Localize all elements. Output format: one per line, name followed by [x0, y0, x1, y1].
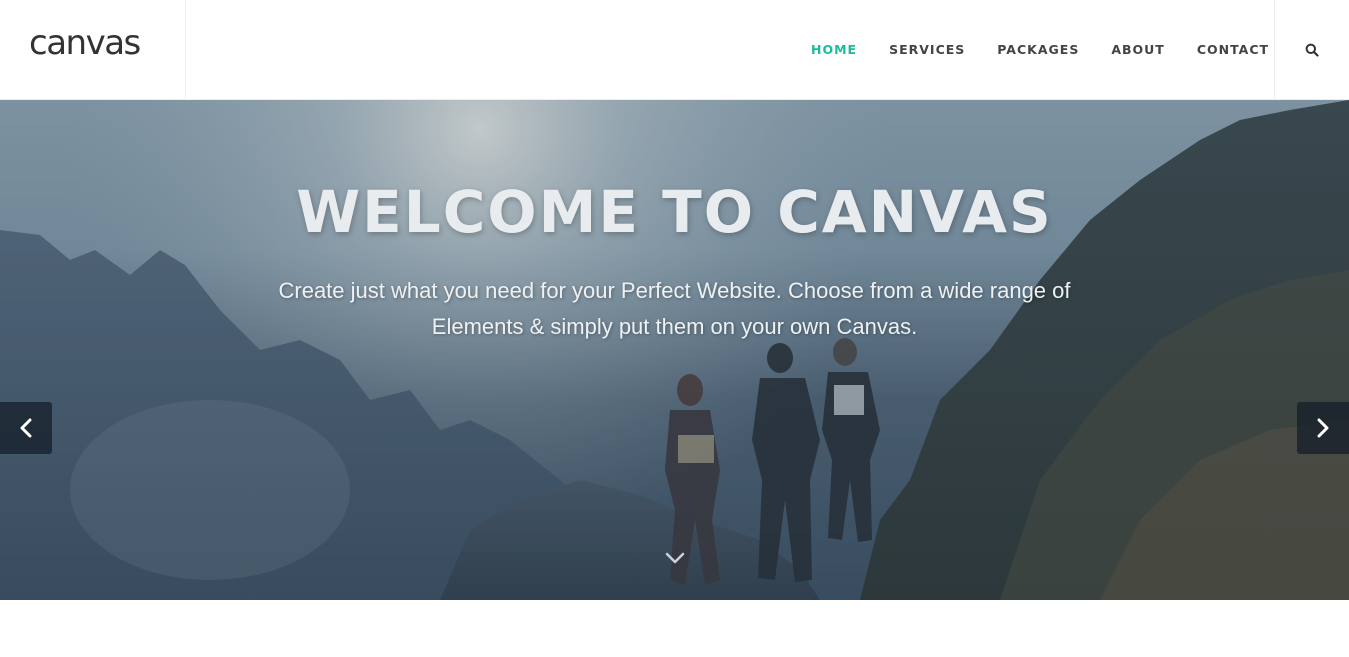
- slider-next-button[interactable]: [1297, 402, 1349, 454]
- search-button[interactable]: [1274, 0, 1349, 99]
- nav-item-about[interactable]: ABOUT: [1095, 42, 1181, 57]
- search-icon: [1305, 43, 1319, 57]
- chevron-down-icon: [665, 552, 685, 564]
- nav-item-services[interactable]: SERVICES: [873, 42, 981, 57]
- logo[interactable]: canvas: [29, 26, 141, 60]
- site-header: canvas HOME SERVICES PACKAGES ABOUT CONT…: [0, 0, 1349, 100]
- slider-prev-button[interactable]: [0, 402, 52, 454]
- logo-container[interactable]: canvas: [0, 0, 186, 99]
- nav-item-packages[interactable]: PACKAGES: [981, 42, 1095, 57]
- nav-item-contact[interactable]: CONTACT: [1181, 42, 1285, 57]
- hero-slider: WELCOME TO CANVAS Create just what you n…: [0, 100, 1349, 600]
- chevron-left-icon: [20, 418, 32, 438]
- chevron-right-icon: [1317, 418, 1329, 438]
- primary-nav: HOME SERVICES PACKAGES ABOUT CONTACT: [795, 0, 1285, 99]
- hero-title: WELCOME TO CANVAS: [296, 178, 1053, 246]
- hero-background-image: [0, 100, 1349, 600]
- nav-item-home[interactable]: HOME: [795, 42, 873, 57]
- scroll-down-button[interactable]: [662, 546, 688, 570]
- hero-subtitle: Create just what you need for your Perfe…: [278, 278, 1071, 339]
